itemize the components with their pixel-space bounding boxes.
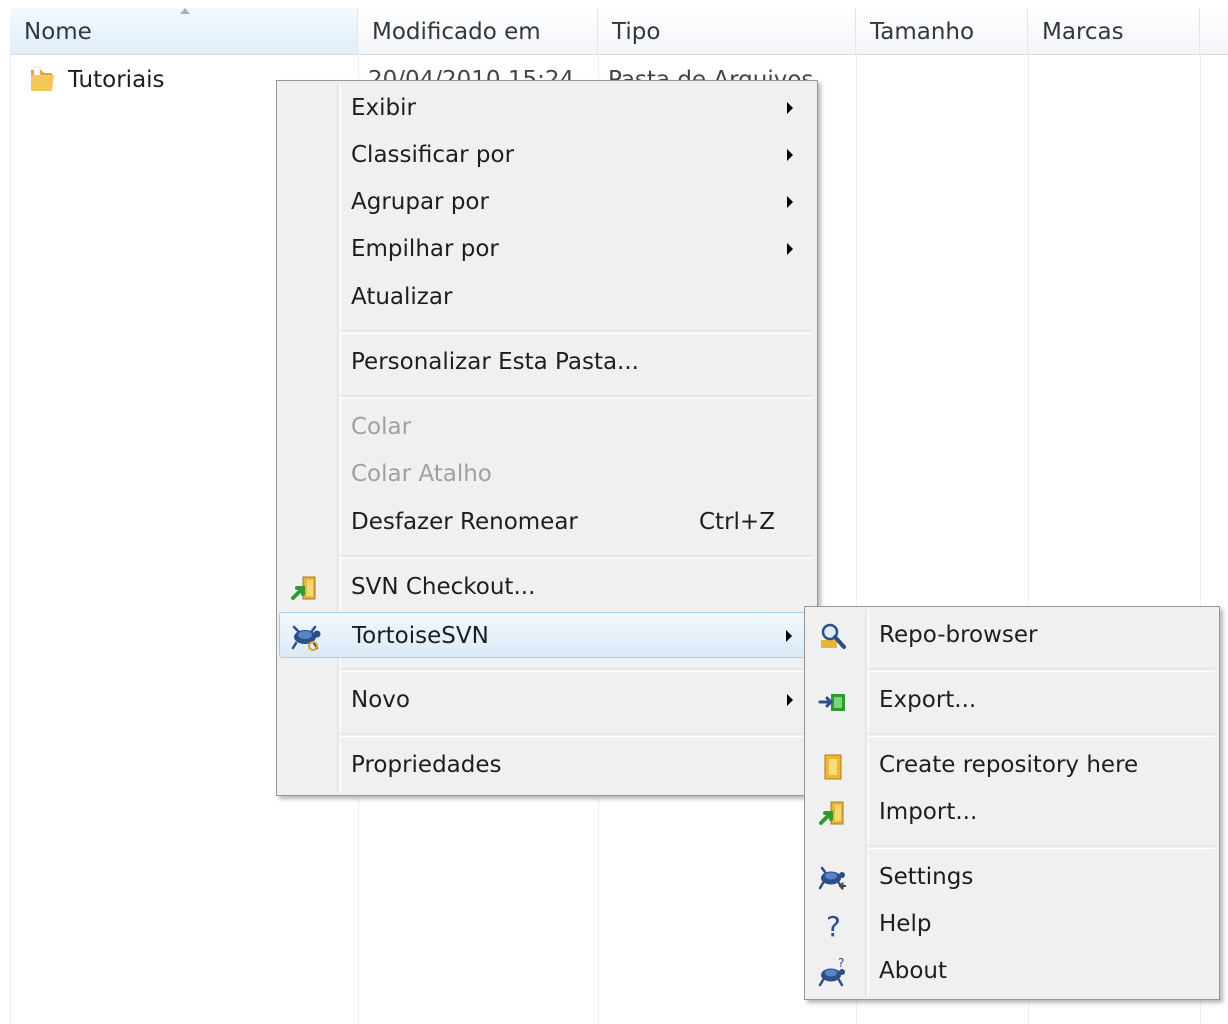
menu-separator [339, 733, 813, 737]
menu-separator [867, 845, 1215, 849]
menu-item-colar-atalho[interactable]: Colar Atalho [279, 451, 815, 497]
menu-item-label: Colar Atalho [351, 461, 492, 487]
submenu-arrow-icon [787, 102, 793, 114]
menu-item-empilhar-por[interactable]: Empilhar por [279, 226, 815, 272]
menu-item-label: Export... [879, 687, 977, 713]
menu-item-label: Help [879, 911, 932, 937]
menu-item-label: Settings [879, 864, 974, 890]
tortoisesvn-icon [291, 625, 321, 651]
menu-item-label: About [879, 958, 948, 984]
menu-item-agrupar-por[interactable]: Agrupar por [279, 179, 815, 225]
menu-item-exibir[interactable]: Exibir [279, 85, 815, 131]
menu-separator [339, 555, 813, 559]
menu-item-label: Empilhar por [351, 236, 499, 262]
export-icon [818, 694, 845, 711]
menu-separator [867, 668, 1215, 672]
column-header-type[interactable]: Tipo [598, 8, 856, 54]
menu-separator [339, 330, 813, 334]
create-repository-icon [824, 754, 842, 780]
column-header-name-label: Nome [24, 19, 92, 45]
menu-item-label: Atualizar [351, 284, 453, 310]
svn-checkout-icon [291, 576, 316, 600]
file-name: Tutoriais [68, 67, 165, 93]
column-header-tags-label: Marcas [1042, 19, 1124, 45]
context-menu: Exibir Classificar por Agrupar por Empil… [276, 80, 818, 796]
menu-item-personalizar-pasta[interactable]: Personalizar Esta Pasta... [279, 339, 815, 385]
submenu-arrow-icon [787, 196, 793, 208]
svg-text:?: ? [826, 910, 841, 941]
menu-item-label: SVN Checkout... [351, 574, 536, 600]
menu-item-label: Colar [351, 414, 412, 440]
help-icon: ? [826, 910, 841, 941]
menu-item-svn-checkout[interactable]: SVN Checkout... [279, 564, 815, 610]
menu-item-atualizar[interactable]: Atualizar [279, 274, 815, 320]
about-icon: ? [818, 956, 845, 987]
submenu-item-about[interactable]: ? About [807, 948, 1217, 994]
submenu-item-settings[interactable]: Settings [807, 854, 1217, 900]
column-header-bar: Nome Modificado em Tipo Tamanho Marcas [10, 8, 1228, 55]
column-header-name[interactable]: Nome [10, 8, 358, 54]
menu-item-label: Create repository here [879, 752, 1139, 778]
submenu-item-import[interactable]: Import... [807, 789, 1217, 835]
window-left-edge [10, 8, 11, 1024]
menu-item-label: Exibir [351, 95, 416, 121]
settings-icon [818, 866, 846, 890]
sort-ascending-icon [180, 8, 190, 14]
repo-browser-icon [821, 623, 846, 649]
submenu-arrow-icon [787, 149, 793, 161]
menu-separator [339, 395, 813, 399]
submenu-item-help[interactable]: ? Help [807, 901, 1217, 947]
menu-item-label: Classificar por [351, 142, 515, 168]
submenu-item-export[interactable]: Export... [807, 677, 1217, 723]
submenu-arrow-icon [787, 243, 793, 255]
menu-item-label: Agrupar por [351, 189, 489, 215]
submenu-arrow-icon [787, 694, 793, 706]
menu-item-novo[interactable]: Novo [279, 677, 815, 723]
menu-item-desfazer-renomear[interactable]: Desfazer Renomear Ctrl+Z [279, 499, 815, 545]
menu-item-label: Import... [879, 799, 978, 825]
menu-item-classificar-por[interactable]: Classificar por [279, 132, 815, 178]
submenu-item-create-repository[interactable]: Create repository here [807, 742, 1217, 788]
column-header-modified-label: Modificado em [372, 19, 541, 45]
menu-item-label: Propriedades [351, 752, 502, 778]
menu-item-shortcut: Ctrl+Z [699, 509, 775, 535]
menu-item-label: Personalizar Esta Pasta... [351, 349, 639, 375]
menu-item-label: TortoiseSVN [352, 623, 489, 649]
tortoisesvn-submenu: Repo-browser Export... Create repository… [804, 606, 1220, 1000]
menu-item-label: Repo-browser [879, 622, 1038, 648]
import-icon [819, 801, 844, 825]
column-header-type-label: Tipo [612, 19, 661, 45]
submenu-item-repo-browser[interactable]: Repo-browser [807, 612, 1217, 658]
menu-item-label: Desfazer Renomear [351, 509, 578, 535]
menu-separator [867, 733, 1215, 737]
column-header-modified[interactable]: Modificado em [358, 8, 598, 54]
column-header-size[interactable]: Tamanho [856, 8, 1028, 54]
submenu-arrow-icon [786, 630, 792, 642]
svg-text:?: ? [838, 956, 844, 970]
menu-separator [339, 668, 813, 672]
menu-item-colar[interactable]: Colar [279, 404, 815, 450]
column-header-tags[interactable]: Marcas [1028, 8, 1200, 54]
menu-item-propriedades[interactable]: Propriedades [279, 742, 815, 788]
folder-icon [31, 66, 54, 91]
column-header-size-label: Tamanho [870, 19, 975, 45]
menu-item-tortoisesvn[interactable]: TortoiseSVN [279, 612, 815, 658]
menu-item-label: Novo [351, 687, 410, 713]
